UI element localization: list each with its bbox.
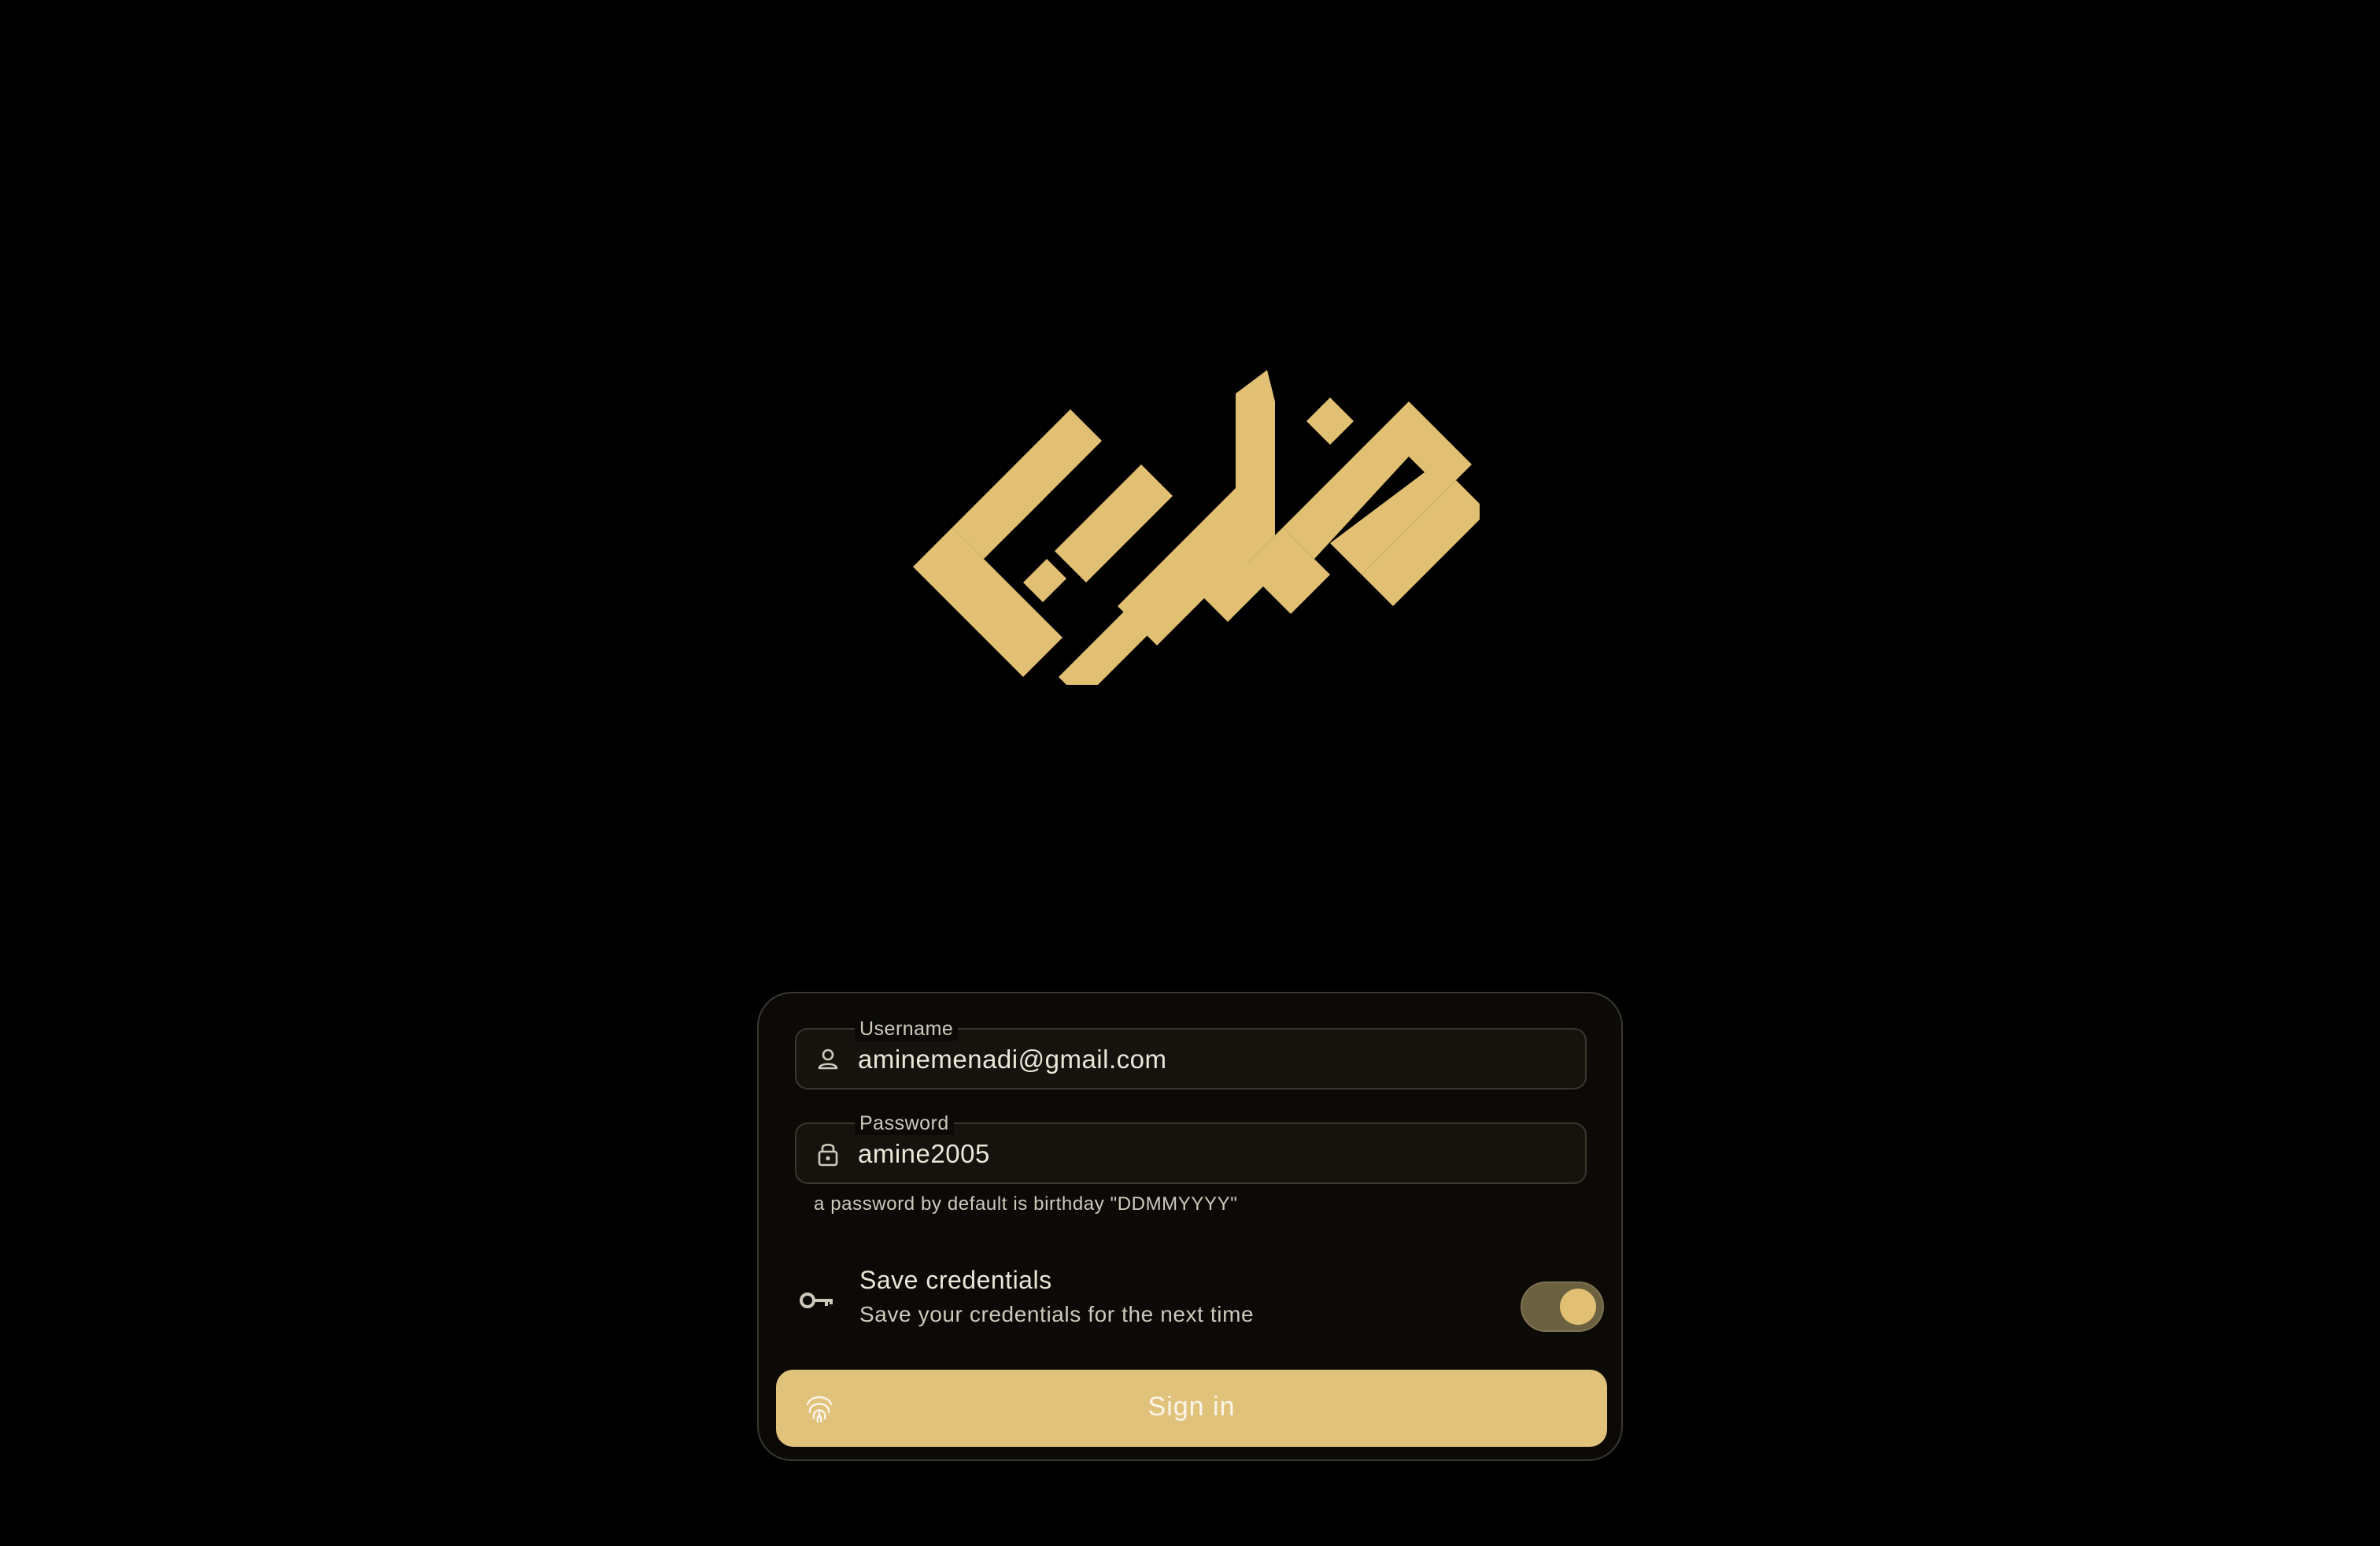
toggle-knob — [1560, 1289, 1596, 1325]
calligraphy-logo-icon — [913, 370, 1480, 685]
sign-in-label: Sign in — [1148, 1392, 1236, 1422]
login-card: Username Password a password by default — [757, 992, 1623, 1461]
username-field[interactable]: Username — [795, 1017, 1587, 1089]
save-credentials-title: Save credentials — [859, 1266, 1052, 1294]
brand-logo — [905, 370, 1480, 685]
save-credentials-toggle[interactable] — [1521, 1282, 1604, 1332]
lock-icon — [814, 1140, 842, 1168]
username-input[interactable] — [858, 1041, 1550, 1078]
username-label: Username — [855, 1017, 959, 1041]
sign-in-button[interactable]: Sign in — [776, 1370, 1607, 1447]
key-icon — [798, 1285, 836, 1316]
password-input[interactable] — [858, 1135, 1550, 1173]
password-field[interactable]: Password — [795, 1111, 1587, 1184]
save-credentials-subtitle: Save your credentials for the next time — [859, 1302, 1255, 1326]
save-credentials-row: Save credentials Save your credentials f… — [798, 1266, 1604, 1337]
password-label: Password — [855, 1111, 954, 1135]
login-screen: Username Password a password by default — [0, 0, 2380, 1546]
password-hint: a password by default is birthday "DDMMY… — [814, 1193, 1238, 1215]
person-icon — [814, 1045, 842, 1074]
